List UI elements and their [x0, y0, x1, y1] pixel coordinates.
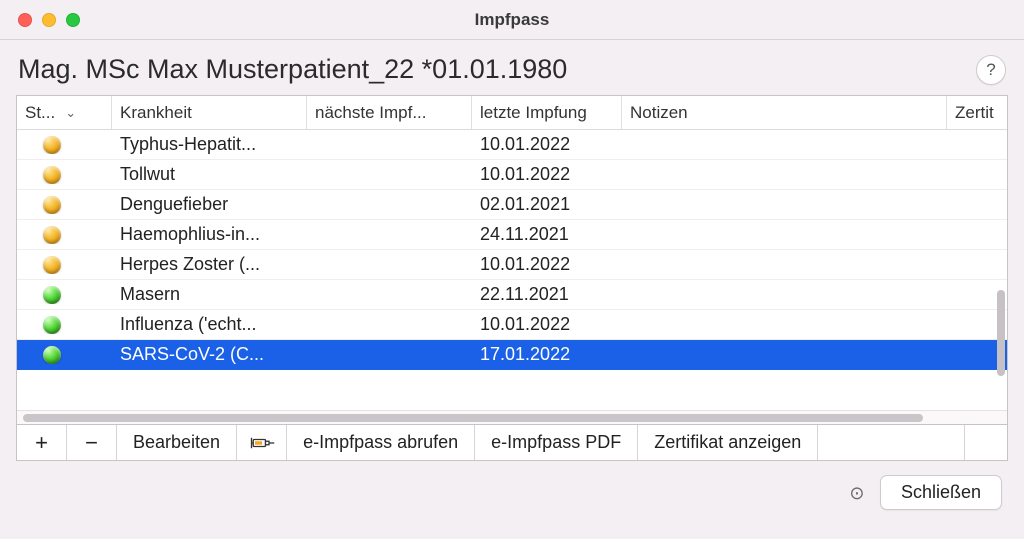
cell-disease: Haemophlius-in...	[112, 224, 307, 245]
close-button-label: Schließen	[901, 482, 981, 502]
fetch-eimpfpass-label: e-Impfpass abrufen	[303, 432, 458, 453]
table-row[interactable]: Tollwut 10.01.2022	[17, 160, 1007, 190]
edit-button-label: Bearbeiten	[133, 432, 220, 453]
column-next-label: nächste Impf...	[315, 103, 427, 123]
cell-last-vaccination: 10.01.2022	[472, 164, 622, 185]
column-status-label: St...	[25, 103, 55, 123]
table-header: St... ⌄ Krankheit nächste Impf... letzte…	[17, 96, 1007, 130]
cell-status	[17, 166, 112, 184]
horizontal-scroll-thumb[interactable]	[23, 414, 923, 422]
cell-disease: Tollwut	[112, 164, 307, 185]
status-indicator-icon	[43, 136, 61, 154]
show-certificate-button[interactable]: Zertifikat anzeigen	[638, 425, 818, 460]
window-title: Impfpass	[0, 10, 1024, 30]
status-indicator-icon	[43, 346, 61, 364]
toolbar-trailing	[965, 425, 1007, 460]
table-row[interactable]: Typhus-Hepatit... 10.01.2022	[17, 130, 1007, 160]
cell-status	[17, 196, 112, 214]
window-root: Impfpass Mag. MSc Max Musterpatient_22 *…	[0, 0, 1024, 539]
cell-last-vaccination: 17.01.2022	[472, 344, 622, 365]
column-status[interactable]: St... ⌄	[17, 96, 112, 129]
cell-last-vaccination: 22.11.2021	[472, 284, 622, 305]
column-last-vaccination[interactable]: letzte Impfung	[472, 96, 622, 129]
cell-last-vaccination: 24.11.2021	[472, 224, 622, 245]
cell-disease: Denguefieber	[112, 194, 307, 215]
status-indicator-icon	[43, 166, 61, 184]
horizontal-scrollbar[interactable]	[17, 410, 1007, 424]
cell-status	[17, 226, 112, 244]
edit-button[interactable]: Bearbeiten	[117, 425, 237, 460]
column-next-vaccination[interactable]: nächste Impf...	[307, 96, 472, 129]
column-last-label: letzte Impfung	[480, 103, 587, 123]
titlebar: Impfpass	[0, 0, 1024, 40]
zoom-window-button[interactable]	[66, 13, 80, 27]
minus-icon: −	[85, 430, 98, 456]
close-window-button[interactable]	[18, 13, 32, 27]
table-row[interactable]: SARS-CoV-2 (C... 17.01.2022	[17, 340, 1007, 370]
column-notes-label: Notizen	[630, 103, 688, 123]
cell-status	[17, 286, 112, 304]
status-indicator-icon	[43, 316, 61, 334]
cell-status	[17, 346, 112, 364]
show-certificate-label: Zertifikat anzeigen	[654, 432, 801, 453]
status-indicator-icon	[43, 226, 61, 244]
column-certificate[interactable]: Zertit	[947, 96, 1007, 129]
syringe-button[interactable]	[237, 425, 287, 460]
vertical-scrollbar[interactable]	[997, 134, 1005, 408]
cell-disease: Typhus-Hepatit...	[112, 134, 307, 155]
remove-button[interactable]: −	[67, 425, 117, 460]
status-indicator-icon	[43, 196, 61, 214]
vaccination-table: St... ⌄ Krankheit nächste Impf... letzte…	[16, 95, 1008, 425]
cell-status	[17, 256, 112, 274]
table-row[interactable]: Influenza ('echt... 10.01.2022	[17, 310, 1007, 340]
table-row[interactable]: Haemophlius-in... 24.11.2021	[17, 220, 1007, 250]
syringe-icon	[248, 434, 276, 452]
help-icon: ?	[986, 60, 995, 80]
cell-last-vaccination: 10.01.2022	[472, 314, 622, 335]
cell-disease: Masern	[112, 284, 307, 305]
minimize-window-button[interactable]	[42, 13, 56, 27]
cell-disease: SARS-CoV-2 (C...	[112, 344, 307, 365]
eimpfpass-pdf-label: e-Impfpass PDF	[491, 432, 621, 453]
traffic-lights	[18, 13, 80, 27]
more-options-icon[interactable]: ⊙	[846, 482, 868, 504]
vertical-scroll-thumb[interactable]	[997, 290, 1005, 376]
fetch-eimpfpass-button[interactable]: e-Impfpass abrufen	[287, 425, 475, 460]
sort-chevron-down-icon: ⌄	[65, 105, 76, 121]
column-cert-label: Zertit	[955, 103, 994, 123]
table-row[interactable]: Herpes Zoster (... 10.01.2022	[17, 250, 1007, 280]
cell-status	[17, 316, 112, 334]
table-row[interactable]: Masern 22.11.2021	[17, 280, 1007, 310]
table-body: Typhus-Hepatit... 10.01.2022 Tollwut 10.01.…	[17, 130, 1007, 410]
cell-last-vaccination: 02.01.2021	[472, 194, 622, 215]
cell-disease: Influenza ('echt...	[112, 314, 307, 335]
column-disease-label: Krankheit	[120, 103, 192, 123]
close-button[interactable]: Schließen	[880, 475, 1002, 510]
eimpfpass-pdf-button[interactable]: e-Impfpass PDF	[475, 425, 638, 460]
cell-status	[17, 136, 112, 154]
status-indicator-icon	[43, 256, 61, 274]
cell-last-vaccination: 10.01.2022	[472, 134, 622, 155]
add-button[interactable]: +	[17, 425, 67, 460]
patient-title: Mag. MSc Max Musterpatient_22 *01.01.198…	[18, 54, 567, 85]
help-button[interactable]: ?	[976, 55, 1006, 85]
plus-icon: +	[35, 430, 48, 456]
header: Mag. MSc Max Musterpatient_22 *01.01.198…	[0, 40, 1024, 95]
table-toolbar: + − Bearbeiten e-Impfpass abrufen e-Impf…	[16, 425, 1008, 461]
cell-last-vaccination: 10.01.2022	[472, 254, 622, 275]
footer: ⊙ Schließen	[0, 461, 1024, 539]
column-notes[interactable]: Notizen	[622, 96, 947, 129]
status-indicator-icon	[43, 286, 61, 304]
cell-disease: Herpes Zoster (...	[112, 254, 307, 275]
toolbar-spacer	[818, 425, 965, 460]
table-row[interactable]: Denguefieber 02.01.2021	[17, 190, 1007, 220]
column-disease[interactable]: Krankheit	[112, 96, 307, 129]
